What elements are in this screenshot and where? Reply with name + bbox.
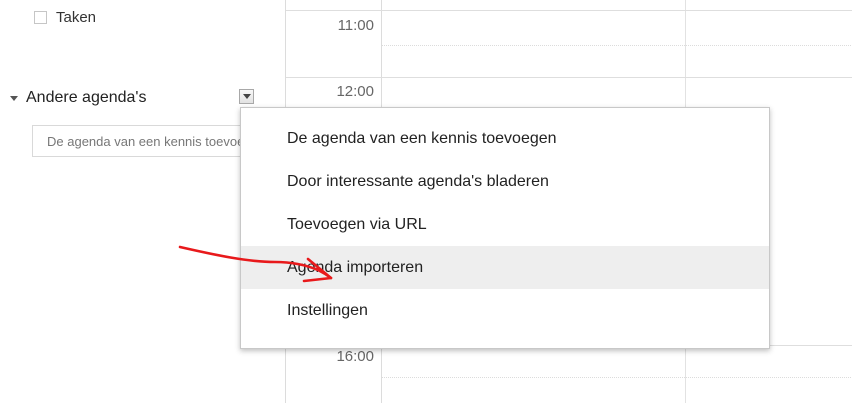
triangle-down-icon[interactable] <box>10 96 18 101</box>
menu-item-import-calendar[interactable]: Agenda importeren <box>241 246 769 289</box>
other-calendars-label: Andere agenda's <box>26 89 147 106</box>
dropdown-arrow-icon <box>242 94 251 99</box>
tasks-calendar-row[interactable]: Taken <box>34 6 96 28</box>
time-label-12: 12:00 <box>336 83 374 100</box>
menu-item-add-by-url[interactable]: Toevoegen via URL <box>241 203 769 246</box>
other-calendars-options-button[interactable] <box>239 89 254 104</box>
menu-item-browse-calendars[interactable]: Door interessante agenda's bladeren <box>241 160 769 203</box>
time-label-16: 16:00 <box>336 348 374 365</box>
hour-gridline <box>286 10 852 11</box>
other-calendars-menu: De agenda van een kennis toevoegen Door … <box>240 107 770 349</box>
menu-item-add-friend-calendar[interactable]: De agenda van een kennis toevoegen <box>241 117 769 160</box>
friend-calendar-input[interactable] <box>32 125 262 157</box>
time-label-11: 11:00 <box>337 17 374 34</box>
hour-gridline <box>286 77 852 78</box>
tasks-label: Taken <box>56 8 97 26</box>
half-hour-gridline <box>382 45 852 46</box>
half-hour-gridline <box>382 377 852 378</box>
other-calendars-header[interactable]: Andere agenda's <box>10 85 260 111</box>
calendar-screen: Taken Andere agenda's 11:00 12:00 16:00 … <box>0 0 852 403</box>
menu-item-settings[interactable]: Instellingen <box>241 289 769 332</box>
tasks-checkbox[interactable] <box>34 10 47 24</box>
